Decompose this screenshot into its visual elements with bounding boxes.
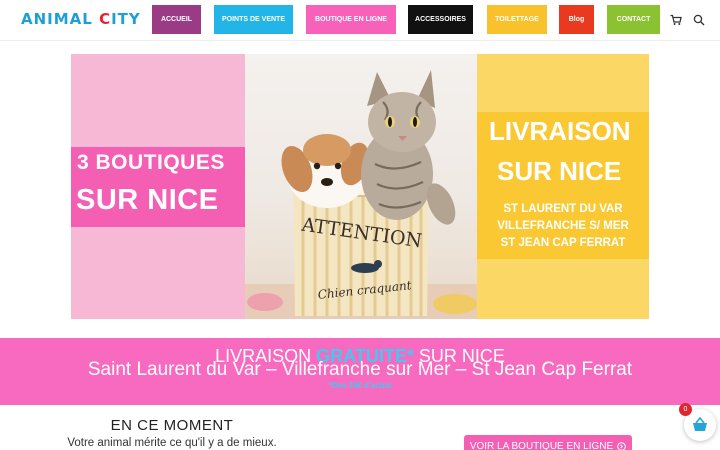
hero-right-panel: LIVRAISON SUR NICE ST LAURENT DU VAR VIL…	[477, 54, 649, 319]
hero-right-line2: SUR NICE	[497, 156, 622, 186]
hero-right-line1: LIVRAISON	[489, 116, 631, 146]
nav-points-de-vente[interactable]: POINTS DE VENTE	[214, 5, 293, 34]
site-header: ANIMAL CITY ACCUEIL POINTS DE VENTE BOUT…	[0, 0, 720, 41]
town-item: ST JEAN CAP FERRAT	[500, 237, 626, 249]
hero-left-line1: 3 BOUTIQUES	[77, 151, 225, 174]
hero-left-line2: SUR NICE	[76, 184, 219, 216]
nav-accessoires[interactable]: ACCESSOIRES	[408, 5, 473, 34]
logo-text-part3: ITY	[111, 10, 141, 28]
logo-text-part1: ANIMAL	[21, 10, 100, 28]
hero-banner[interactable]: 3 BOUTIQUES SUR NICE ATTENTION Chien cra…	[71, 54, 649, 319]
nav-blog[interactable]: Blog	[559, 5, 594, 34]
hero-right-towns: ST LAURENT DU VAR VILLEFRANCHE S/ MER ST…	[483, 201, 643, 252]
nav-boutique-en-ligne[interactable]: BOUTIQUE EN LIGNE	[306, 5, 396, 34]
site-logo[interactable]: ANIMAL CITY	[21, 10, 141, 28]
promo-footnote: *Dès 35€ d'achat	[328, 381, 392, 390]
free-delivery-banner: LIVRAISON GRATUITE* SUR NICE Saint Laure…	[0, 338, 720, 405]
search-icon[interactable]	[693, 14, 705, 26]
promo-towns: Saint Laurent du Var – Villefranche sur …	[87, 359, 633, 380]
section-title: EN CE MOMENT	[110, 417, 234, 434]
town-item: ST LAURENT DU VAR	[503, 203, 623, 215]
nav-accueil[interactable]: ACCUEIL	[152, 5, 201, 34]
nav-toilettage[interactable]: TOILETTAGE	[487, 5, 547, 34]
hero-pets-photo: ATTENTION Chien craquant	[245, 54, 477, 319]
arrow-right-circle-icon	[617, 441, 626, 450]
logo-text-part2: C	[99, 10, 112, 28]
view-shop-button[interactable]: VOIR LA BOUTIQUE EN LIGNE	[464, 435, 632, 450]
hero-left-panel: 3 BOUTIQUES SUR NICE	[71, 54, 245, 319]
puppy-kitten-illustration: ATTENTION Chien craquant	[245, 70, 477, 319]
cart-icon[interactable]	[670, 14, 682, 26]
section-subtitle: Votre animal mérite ce qu'il y a de mieu…	[67, 437, 277, 449]
town-item: VILLEFRANCHE S/ MER	[497, 220, 629, 232]
view-shop-label: VOIR LA BOUTIQUE EN LIGNE	[469, 440, 614, 450]
cart-count-badge: 0	[679, 403, 692, 416]
nav-contact[interactable]: CONTACT	[607, 5, 660, 34]
